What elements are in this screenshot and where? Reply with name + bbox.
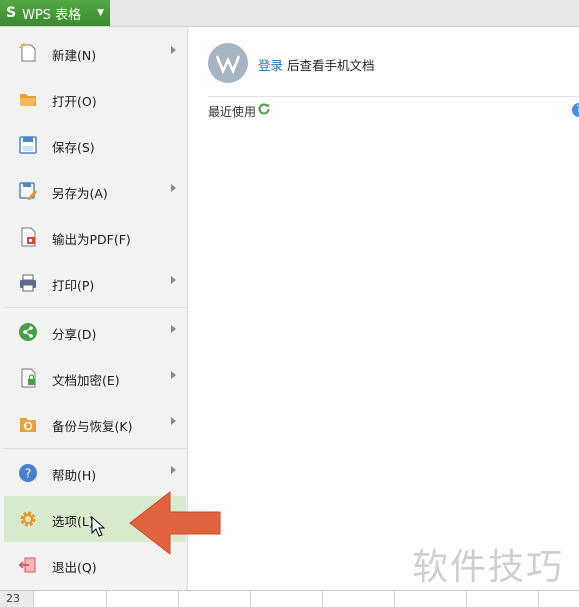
menu-item-label: 分享(D) bbox=[52, 327, 97, 342]
menu-item-label: 另存为(A) bbox=[52, 186, 108, 201]
menu-item-share[interactable]: 分享(D) bbox=[4, 309, 186, 355]
menu-item-label: 选项(L) bbox=[52, 514, 94, 529]
submenu-arrow-icon bbox=[171, 466, 176, 474]
login-description: 后查看手机文档 bbox=[287, 58, 375, 73]
menu-item-label: 备份与恢复(K) bbox=[52, 419, 133, 434]
menu-item-new[interactable]: 新建(N) bbox=[4, 30, 186, 76]
submenu-arrow-icon bbox=[171, 46, 176, 54]
refresh-icon[interactable] bbox=[257, 102, 271, 116]
column-divider bbox=[106, 591, 107, 607]
menu-item-open[interactable]: 打开(O) bbox=[4, 76, 186, 122]
menu-item-label: 输出为PDF(F) bbox=[52, 232, 131, 247]
chevron-down-icon: ▼ bbox=[97, 8, 104, 18]
row-number: 23 bbox=[0, 591, 34, 607]
menu-item-label: 打印(P) bbox=[52, 278, 95, 293]
login-prompt: 登录 后查看手机文档 bbox=[258, 55, 375, 74]
help-icon[interactable]: ? bbox=[572, 103, 579, 117]
save-as-icon bbox=[19, 182, 37, 200]
watermark: 软件技巧 bbox=[412, 547, 565, 588]
menu-item-save[interactable]: 保存(S) bbox=[4, 122, 186, 168]
menu-item-label: 新建(N) bbox=[52, 48, 97, 63]
submenu-arrow-icon bbox=[171, 276, 176, 284]
login-link[interactable]: 登录 bbox=[258, 58, 283, 73]
menu-item-export-pdf[interactable]: 输出为PDF(F) bbox=[4, 214, 186, 260]
backstage-panel: 登录后查看手机文档 最近使用 ? bbox=[188, 27, 579, 590]
column-divider bbox=[394, 591, 395, 607]
column-divider bbox=[178, 591, 179, 607]
help-icon: ? bbox=[19, 464, 37, 482]
printer-icon bbox=[20, 274, 36, 292]
menu-item-label: 帮助(H) bbox=[52, 468, 97, 483]
menu-item-label: 退出(Q) bbox=[52, 560, 97, 575]
wps-logo-icon: S bbox=[6, 5, 17, 21]
recent-label: 最近使用 bbox=[208, 105, 257, 119]
new-file-icon bbox=[18, 43, 36, 62]
document-lock-icon bbox=[21, 368, 36, 388]
submenu-arrow-icon bbox=[171, 184, 176, 192]
title-bar: S WPS 表格 ▼ bbox=[0, 0, 579, 27]
submenu-arrow-icon bbox=[171, 417, 176, 425]
column-divider bbox=[322, 591, 323, 607]
menu-item-label: 打开(O) bbox=[52, 94, 97, 109]
gear-icon bbox=[20, 511, 36, 527]
menu-divider bbox=[4, 448, 186, 449]
app-menu-button[interactable]: S WPS 表格 ▼ bbox=[0, 0, 110, 26]
avatar[interactable] bbox=[208, 43, 248, 83]
backup-icon bbox=[20, 418, 36, 432]
column-divider bbox=[250, 591, 251, 607]
divider bbox=[208, 96, 579, 97]
menu-item-encrypt[interactable]: 文档加密(E) bbox=[4, 355, 186, 401]
pdf-icon bbox=[21, 227, 36, 247]
exit-icon bbox=[18, 557, 36, 573]
app-name: WPS 表格 bbox=[22, 7, 82, 23]
submenu-arrow-icon bbox=[171, 325, 176, 333]
open-folder-icon bbox=[20, 94, 36, 106]
submenu-arrow-icon bbox=[171, 371, 176, 379]
menu-divider bbox=[4, 307, 186, 308]
sheet-grid: 23 bbox=[0, 590, 579, 607]
column-divider bbox=[538, 591, 539, 607]
menu-item-backup[interactable]: 备份与恢复(K) bbox=[4, 401, 186, 447]
wps-avatar-logo-icon bbox=[215, 55, 241, 75]
menu-item-label: 文档加密(E) bbox=[52, 373, 120, 388]
menu-item-print[interactable]: 打印(P) bbox=[4, 260, 186, 306]
menu-item-label: 保存(S) bbox=[52, 140, 95, 155]
save-icon bbox=[19, 136, 37, 154]
column-divider bbox=[466, 591, 467, 607]
pointer-arrow-icon bbox=[129, 490, 221, 556]
svg-text:?: ? bbox=[25, 467, 31, 481]
share-icon bbox=[19, 323, 37, 341]
menu-item-save-as[interactable]: 另存为(A) bbox=[4, 168, 186, 214]
mouse-cursor-icon bbox=[91, 516, 105, 537]
